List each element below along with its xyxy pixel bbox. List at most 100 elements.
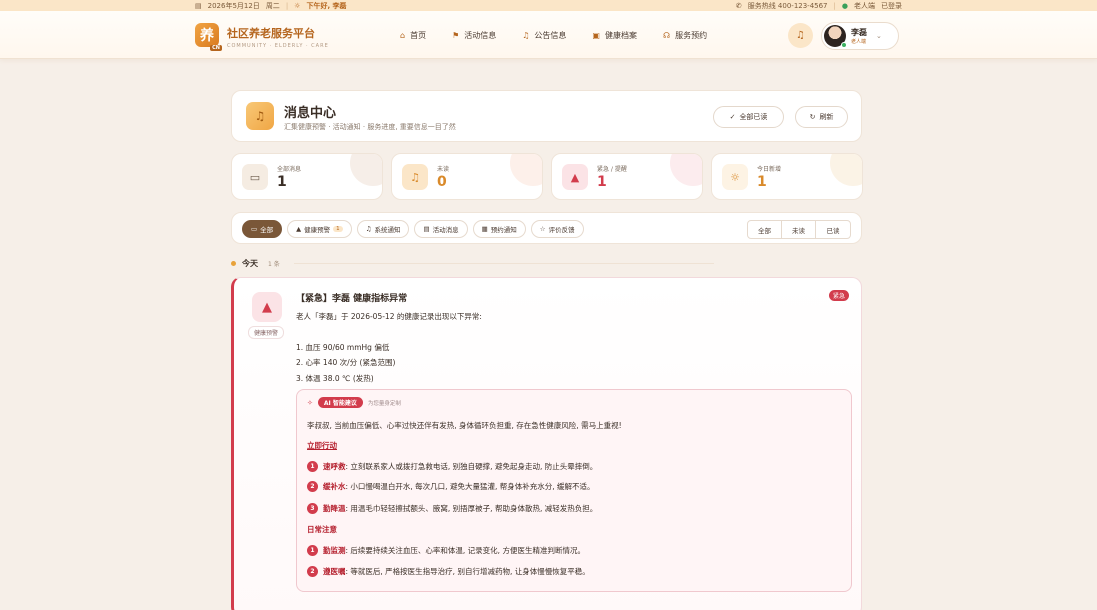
stat-value: 1 bbox=[277, 174, 287, 190]
logo-badge: CN bbox=[210, 45, 222, 51]
read-filter-all[interactable]: 全部 bbox=[748, 221, 782, 238]
card-decoration bbox=[510, 154, 542, 186]
bell-icon: ♫ bbox=[796, 30, 805, 41]
refresh-icon: ↻ bbox=[809, 113, 816, 121]
daily-keyword: 遵医嘱 bbox=[323, 567, 346, 576]
chip-label: 活动消息 bbox=[432, 226, 459, 234]
clipboard-icon: ▦ bbox=[481, 225, 488, 233]
brand-subtitle: COMMUNITY · ELDERLY · CARE bbox=[227, 43, 329, 49]
nav-item-activities[interactable]: ⚑ 活动信息 bbox=[452, 30, 496, 41]
filter-chip-booking[interactable]: ▦ 预约通知 bbox=[472, 220, 526, 238]
card-decoration bbox=[830, 154, 862, 186]
message-title: 【紧急】李磊 健康指标异常 bbox=[296, 294, 408, 304]
step-number: 2 bbox=[307, 566, 318, 577]
sparkle-icon: ✧ bbox=[307, 398, 313, 407]
filter-chip-system[interactable]: ♫ 系统通知 bbox=[356, 220, 410, 238]
nav-item-health-records[interactable]: ▣ 健康档案 bbox=[592, 30, 637, 41]
stat-label: 今日新增 bbox=[757, 166, 782, 173]
role-text: 老人端 bbox=[854, 1, 875, 10]
read-filter-unread[interactable]: 未读 bbox=[782, 221, 816, 238]
stat-label: 紧急 / 提醒 bbox=[597, 166, 627, 173]
bell-icon: ♫ bbox=[522, 31, 530, 40]
date-text: 2026年5月12日 bbox=[207, 1, 260, 10]
nav-label: 健康档案 bbox=[604, 31, 637, 40]
step-number: 1 bbox=[307, 461, 318, 472]
stat-card-unread[interactable]: ♫ 未读 0 bbox=[391, 153, 543, 200]
main-nav: ⌂ 首页 ⚑ 活动信息 ♫ 公告信息 ▣ 健康档案 ☊ 服务预约 bbox=[400, 30, 707, 41]
stat-card-today[interactable]: ☼ 今日新增 1 bbox=[711, 153, 863, 200]
nav-item-announcements[interactable]: ♫ 公告信息 bbox=[522, 30, 566, 41]
calendar-icon: ▤ bbox=[195, 1, 202, 10]
refresh-button[interactable]: ↻ 刷新 bbox=[795, 106, 848, 128]
action-item: 2 缓补水: 小口慢喝温白开水, 每次几口, 避免大量猛灌, 帮身体补充水分, … bbox=[307, 481, 594, 492]
daily-text: : 后续要持续关注血压、心率和体温, 记录变化, 方便医生精准判断情况。 bbox=[345, 546, 585, 555]
message-intro: 老人「李磊」于 2026-05-12 的健康记录出现以下异常: bbox=[296, 312, 482, 321]
warning-icon: ▲ bbox=[296, 225, 302, 233]
nav-label: 公告信息 bbox=[534, 31, 567, 40]
chip-label: 健康预警 bbox=[304, 226, 331, 234]
section-daily-notes: 日常注意 bbox=[307, 525, 337, 534]
step-number: 2 bbox=[307, 481, 318, 492]
nav-item-service-booking[interactable]: ☊ 服务预约 bbox=[663, 30, 707, 41]
home-icon: ⌂ bbox=[400, 31, 406, 40]
divider bbox=[293, 263, 714, 264]
daily-item: 2 遵医嘱: 等就医后, 严格按医生指导治疗, 别自行增减药物, 让身体慢慢恢复… bbox=[307, 566, 590, 577]
action-keyword: 速呼救 bbox=[323, 462, 346, 471]
action-text: : 立刻联系家人或拨打急救电话, 别独自硬撑, 避免起身走动, 防止头晕摔倒。 bbox=[345, 462, 598, 471]
weekday-text: 周二 bbox=[265, 1, 280, 10]
warning-icon: ▲ bbox=[562, 164, 588, 190]
action-item: 1 速呼救: 立刻联系家人或拨打急救电话, 别独自硬撑, 避免起身走动, 防止头… bbox=[307, 461, 597, 472]
action-item: 3 勤降温: 用温毛巾轻轻擦拭额头、腋窝, 别捂厚被子, 帮助身体散热, 减轻发… bbox=[307, 503, 597, 514]
daily-keyword: 勤监测 bbox=[323, 546, 346, 555]
chevron-down-icon: ⌄ bbox=[876, 32, 882, 40]
top-info-bar: ▤ 2026年5月12日 周二 | ☼ 下午好, 李磊 ✆ 服务热线 400-1… bbox=[0, 0, 1097, 11]
notification-button[interactable]: ♫ bbox=[788, 23, 813, 48]
message-card[interactable]: ▲ 健康预警 【紧急】李磊 健康指标异常 紧急 老人「李磊」于 2026-05-… bbox=[231, 277, 862, 610]
filter-chip-feedback[interactable]: ☆ 评价反馈 bbox=[530, 220, 584, 238]
user-menu[interactable]: 李磊 老人端 ⌄ bbox=[821, 22, 899, 50]
chip-label: 评价反馈 bbox=[548, 226, 575, 234]
stat-card-all[interactable]: ▭ 全部消息 1 bbox=[231, 153, 383, 200]
calendar-icon: ▤ bbox=[423, 225, 430, 233]
brand-title: 社区养老服务平台 bbox=[227, 27, 315, 40]
message-item: 3. 体温 38.0 ℃ (发热) bbox=[296, 373, 374, 383]
sun-icon: ☼ bbox=[294, 1, 301, 10]
mark-all-read-button[interactable]: ✓ 全部已读 bbox=[713, 106, 784, 128]
logo-char: 养 bbox=[200, 28, 214, 44]
chip-label: 全部 bbox=[260, 226, 274, 234]
stat-card-urgent[interactable]: ▲ 紧急 / 提醒 1 bbox=[551, 153, 703, 200]
filter-chip-health-alert[interactable]: ▲ 健康预警 1 bbox=[287, 220, 352, 238]
section-immediate-action: 立即行动 bbox=[307, 441, 337, 450]
daily-item: 1 勤监测: 后续要持续关注血压、心率和体温, 记录变化, 方便医生精准判断情况… bbox=[307, 545, 585, 556]
ai-badge: AI 智能建议 bbox=[317, 397, 363, 408]
dot-icon bbox=[231, 261, 236, 266]
read-filter-read[interactable]: 已读 bbox=[816, 221, 850, 238]
page-title: 消息中心 bbox=[284, 106, 337, 121]
online-dot-icon bbox=[841, 42, 847, 48]
user-role: 老人端 bbox=[851, 39, 867, 45]
chip-label: 预约通知 bbox=[490, 226, 517, 234]
stat-value: 0 bbox=[437, 174, 447, 190]
avatar bbox=[824, 25, 847, 48]
filter-chip-activity[interactable]: ▤ 活动消息 bbox=[414, 220, 468, 238]
login-status-text: 已登录 bbox=[881, 1, 902, 10]
flag-icon: ⚑ bbox=[452, 31, 460, 40]
greeting-text: 下午好, 李磊 bbox=[306, 1, 347, 10]
chip-label: 系统通知 bbox=[374, 226, 401, 234]
ai-suggestion-box: ✧ AI 智能建议 为您量身定制 李叔叔, 当前血压偏低、心率过快还伴有发热, … bbox=[296, 389, 852, 592]
filter-chip-all[interactable]: ▭ 全部 bbox=[242, 220, 283, 238]
online-dot-icon: ● bbox=[841, 1, 848, 10]
check-icon: ✓ bbox=[729, 113, 736, 121]
action-keyword: 勤降温 bbox=[323, 504, 346, 513]
card-decoration bbox=[670, 154, 702, 186]
logo[interactable]: 养 CN bbox=[195, 23, 222, 51]
urgent-badge: 紧急 bbox=[828, 290, 849, 301]
stat-label: 未读 bbox=[437, 166, 450, 173]
card-decoration bbox=[350, 154, 382, 186]
message-category: 健康预警 bbox=[248, 326, 285, 339]
nav-item-home[interactable]: ⌂ 首页 bbox=[400, 30, 426, 41]
stat-value: 1 bbox=[597, 174, 607, 190]
headset-icon: ☊ bbox=[662, 31, 671, 40]
mark-all-read-label: 全部已读 bbox=[739, 113, 768, 121]
bell-icon: ♫ bbox=[365, 225, 372, 233]
